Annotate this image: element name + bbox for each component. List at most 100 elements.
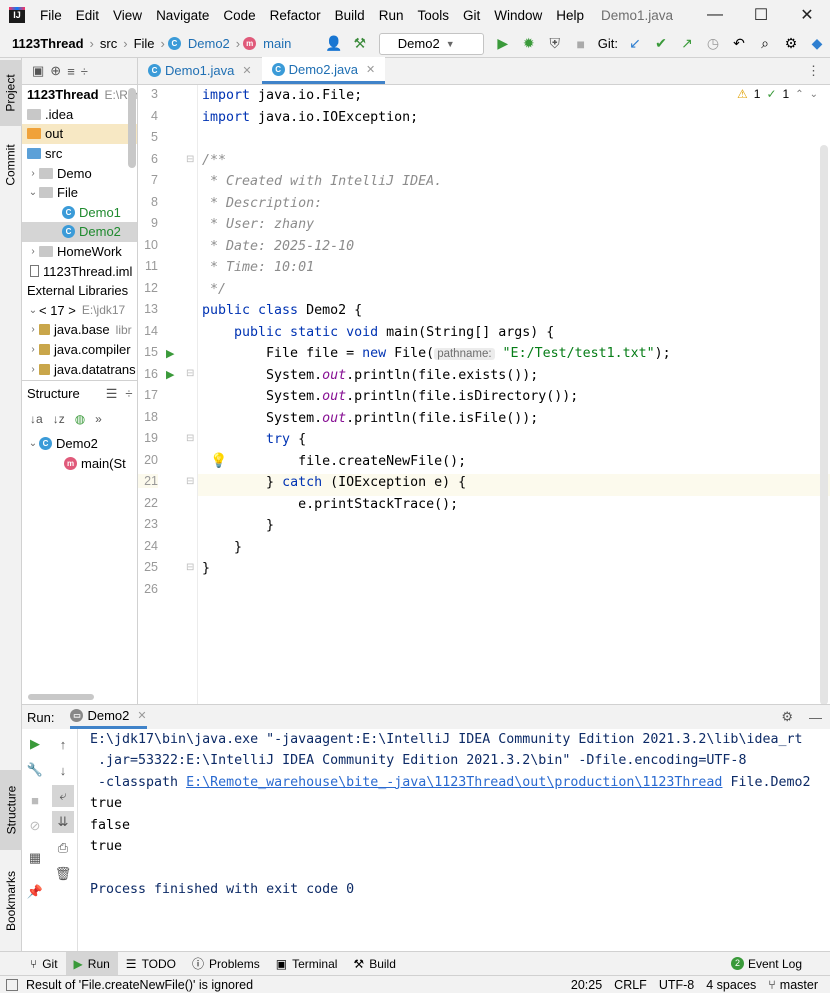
classpath-link[interactable]: E:\Remote_warehouse\bite_-java\1123Threa…: [186, 775, 722, 790]
bottom-tab-todo[interactable]: ☰ TODO: [118, 952, 184, 976]
view-icon[interactable]: ▣: [32, 63, 44, 79]
bottom-tab-problems[interactable]: ⓘ Problems: [184, 952, 268, 976]
structure-class-row[interactable]: ⌄ C Demo2: [22, 434, 137, 454]
tree-row-root[interactable]: 1123Thread E:\Ren: [22, 85, 137, 105]
run-tab-demo2[interactable]: ▭ Demo2 ✕: [70, 705, 147, 729]
horizontal-scrollbar[interactable]: [28, 694, 94, 700]
expand-icon[interactable]: ÷: [81, 64, 88, 79]
close-tab-icon[interactable]: ✕: [366, 63, 375, 76]
arrow-down-icon[interactable]: ↓: [52, 759, 74, 781]
camera-icon[interactable]: ⊘: [24, 815, 46, 837]
tree-row-demo1[interactable]: C Demo1: [22, 203, 137, 223]
code-area[interactable]: 💡 ⚠ 1 ✓ 1 ⌃ ⌄ import java.io.File; import …: [198, 83, 830, 705]
update-icon[interactable]: ◆: [806, 33, 828, 55]
minimize-panel-icon[interactable]: —: [809, 710, 822, 725]
chevron-down-icon[interactable]: ⌄: [810, 89, 818, 100]
tree-row-iml[interactable]: 1123Thread.iml: [22, 261, 137, 281]
file-encoding[interactable]: UTF-8: [659, 978, 694, 992]
menu-git[interactable]: Git: [460, 8, 483, 23]
breadcrumb-file[interactable]: File: [134, 36, 155, 51]
breadcrumb-method[interactable]: main: [263, 36, 291, 51]
debug-icon[interactable]: ✹: [518, 33, 540, 55]
bottom-tab-build[interactable]: ⚒ Build: [345, 952, 403, 976]
menu-edit[interactable]: Edit: [73, 8, 102, 23]
wrench-icon[interactable]: 🔧: [24, 759, 46, 781]
tree-scrollbar[interactable]: [128, 88, 136, 168]
console-output[interactable]: E:\jdk17\bin\java.exe "-javaagent:E:\Int…: [90, 729, 830, 900]
tree-row-idea[interactable]: .idea: [22, 105, 137, 125]
git-update-icon[interactable]: ↙: [624, 33, 646, 55]
bottom-tab-git[interactable]: ⑂ Git: [22, 952, 66, 976]
indent-setting[interactable]: 4 spaces: [706, 978, 756, 992]
menu-navigate[interactable]: Navigate: [153, 8, 212, 23]
git-push-icon[interactable]: ↗: [676, 33, 698, 55]
fold-icon[interactable]: ⊟: [186, 433, 194, 444]
minimize-icon[interactable]: —: [692, 0, 738, 30]
git-branch[interactable]: master: [780, 978, 818, 992]
tree-row-jdk[interactable]: ⌄ < 17 > E:\jdk17: [22, 301, 137, 321]
user-icon[interactable]: 👤: [323, 33, 345, 55]
locate-icon[interactable]: ⊕: [50, 63, 61, 79]
tree-row-demo[interactable]: › Demo: [22, 163, 137, 183]
coverage-icon[interactable]: ⛨: [544, 33, 566, 55]
editor-scrollbar[interactable]: [820, 145, 828, 705]
fold-icon[interactable]: ⊟: [186, 476, 194, 487]
menu-build[interactable]: Build: [332, 8, 368, 23]
breadcrumb-class[interactable]: Demo2: [188, 36, 230, 51]
more-icon[interactable]: »: [95, 412, 102, 426]
tab-structure[interactable]: Structure: [0, 770, 22, 850]
soft-wrap-icon[interactable]: ⤶: [52, 785, 74, 807]
structure-method-row[interactable]: m main(St: [22, 454, 137, 474]
menu-run[interactable]: Run: [376, 8, 407, 23]
bottom-tab-terminal[interactable]: ▣ Terminal: [268, 952, 346, 976]
menu-view[interactable]: View: [110, 8, 145, 23]
scroll-to-end-icon[interactable]: ⇊: [52, 811, 74, 833]
inherited-icon[interactable]: ◍: [75, 412, 85, 426]
tree-row-out[interactable]: out: [22, 124, 137, 144]
git-commit-icon[interactable]: ✔: [650, 33, 672, 55]
menu-code[interactable]: Code: [220, 8, 258, 23]
caret-position[interactable]: 20:25: [571, 978, 602, 992]
sort-icon[interactable]: ☰: [106, 386, 118, 402]
inspection-widget[interactable]: ⚠ 1 ✓ 1 ⌃ ⌄: [737, 83, 818, 105]
fold-icon[interactable]: ⊟: [186, 154, 194, 165]
line-separator[interactable]: CRLF: [614, 978, 647, 992]
tab-demo2[interactable]: C Demo2.java ✕: [261, 57, 386, 84]
run-configuration-select[interactable]: Demo2 ▼: [378, 32, 484, 55]
history-icon[interactable]: ◷: [702, 33, 724, 55]
rerun-icon[interactable]: ▶: [24, 733, 46, 755]
settings-icon[interactable]: ⚙: [781, 709, 793, 725]
fold-icon[interactable]: ⊟: [186, 368, 194, 379]
layout-icon[interactable]: ▦: [24, 847, 46, 869]
chevron-up-icon[interactable]: ⌃: [795, 89, 803, 100]
tree-row-java-datatransfer[interactable]: › java.datatrans: [22, 359, 137, 379]
close-tab-icon[interactable]: ✕: [242, 64, 251, 77]
menu-window[interactable]: Window: [491, 8, 545, 23]
breadcrumb-src[interactable]: src: [100, 36, 117, 51]
menu-tools[interactable]: Tools: [414, 8, 452, 23]
event-log-button[interactable]: 2 Event Log: [723, 952, 810, 976]
breadcrumb-project[interactable]: 1123Thread: [12, 36, 84, 51]
sort-alpha-icon[interactable]: ↓a: [30, 412, 43, 426]
maximize-icon[interactable]: ☐: [738, 0, 784, 30]
tree-row-external-libraries[interactable]: External Libraries: [22, 281, 137, 301]
more-vertical-icon[interactable]: ⋮: [807, 57, 830, 84]
menu-file[interactable]: File: [37, 8, 65, 23]
pin-icon[interactable]: 📌: [24, 881, 46, 903]
close-tab-icon[interactable]: ✕: [137, 709, 146, 722]
search-icon[interactable]: ⌕: [754, 33, 776, 55]
tree-row-java-compiler[interactable]: › java.compiler: [22, 340, 137, 360]
divide-icon[interactable]: ÷: [125, 386, 132, 401]
fold-icon[interactable]: ⊟: [186, 562, 194, 573]
run-gutter-icon[interactable]: ▶: [166, 347, 174, 360]
bottom-tab-run[interactable]: ▶ Run: [65, 951, 118, 976]
tab-demo1[interactable]: C Demo1.java ✕: [138, 57, 262, 84]
trash-icon[interactable]: 🗑: [52, 863, 74, 885]
stop-icon[interactable]: ■: [24, 789, 46, 811]
print-icon[interactable]: ⎙: [52, 837, 74, 859]
rollback-icon[interactable]: ↶: [728, 33, 750, 55]
tree-row-file[interactable]: ⌄ File: [22, 183, 137, 203]
arrow-up-icon[interactable]: ↑: [52, 733, 74, 755]
run-gutter-icon[interactable]: ▶: [166, 368, 174, 381]
tree-row-demo2[interactable]: C Demo2: [22, 222, 137, 242]
